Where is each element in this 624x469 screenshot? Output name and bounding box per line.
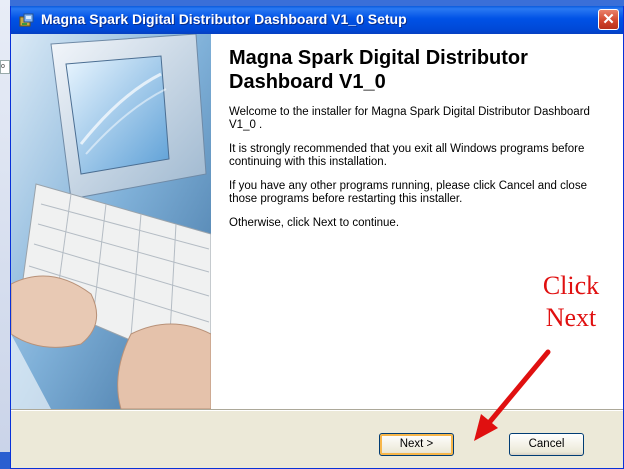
cancel-button[interactable]: Cancel bbox=[509, 433, 584, 456]
title-bar[interactable]: Magna Spark Digital Distributor Dashboar… bbox=[11, 6, 623, 34]
next-instruction-paragraph: Otherwise, click Next to continue. bbox=[229, 217, 400, 229]
setup-window: Magna Spark Digital Distributor Dashboar… bbox=[10, 6, 624, 469]
window-title: Magna Spark Digital Distributor Dashboar… bbox=[41, 11, 407, 27]
desktop-fragment: o bbox=[0, 60, 10, 74]
close-icon: ✕ bbox=[602, 11, 615, 28]
cancel-instruction-paragraph: If you have any other programs running, … bbox=[229, 180, 587, 205]
welcome-paragraph: Welcome to the installer for Magna Spark… bbox=[229, 106, 590, 131]
click-next-annotation: Click Next bbox=[530, 270, 612, 334]
welcome-content: Magna Spark Digital Distributor Dashboar… bbox=[229, 46, 614, 241]
close-button[interactable]: ✕ bbox=[598, 9, 619, 30]
annotation-line-1: Click bbox=[542, 271, 600, 300]
page-title: Magna Spark Digital Distributor Dashboar… bbox=[229, 47, 528, 93]
annotation-line-2: Next bbox=[545, 303, 597, 332]
recommendation-paragraph: It is strongly recommended that you exit… bbox=[229, 143, 585, 168]
next-button[interactable]: Next > bbox=[379, 433, 454, 456]
installer-icon bbox=[19, 13, 34, 27]
keyboard-computer-illustration bbox=[11, 34, 211, 409]
wizard-panel: Magna Spark Digital Distributor Dashboar… bbox=[11, 34, 623, 409]
taskbar-fragment bbox=[0, 452, 10, 469]
button-separator bbox=[11, 409, 623, 411]
